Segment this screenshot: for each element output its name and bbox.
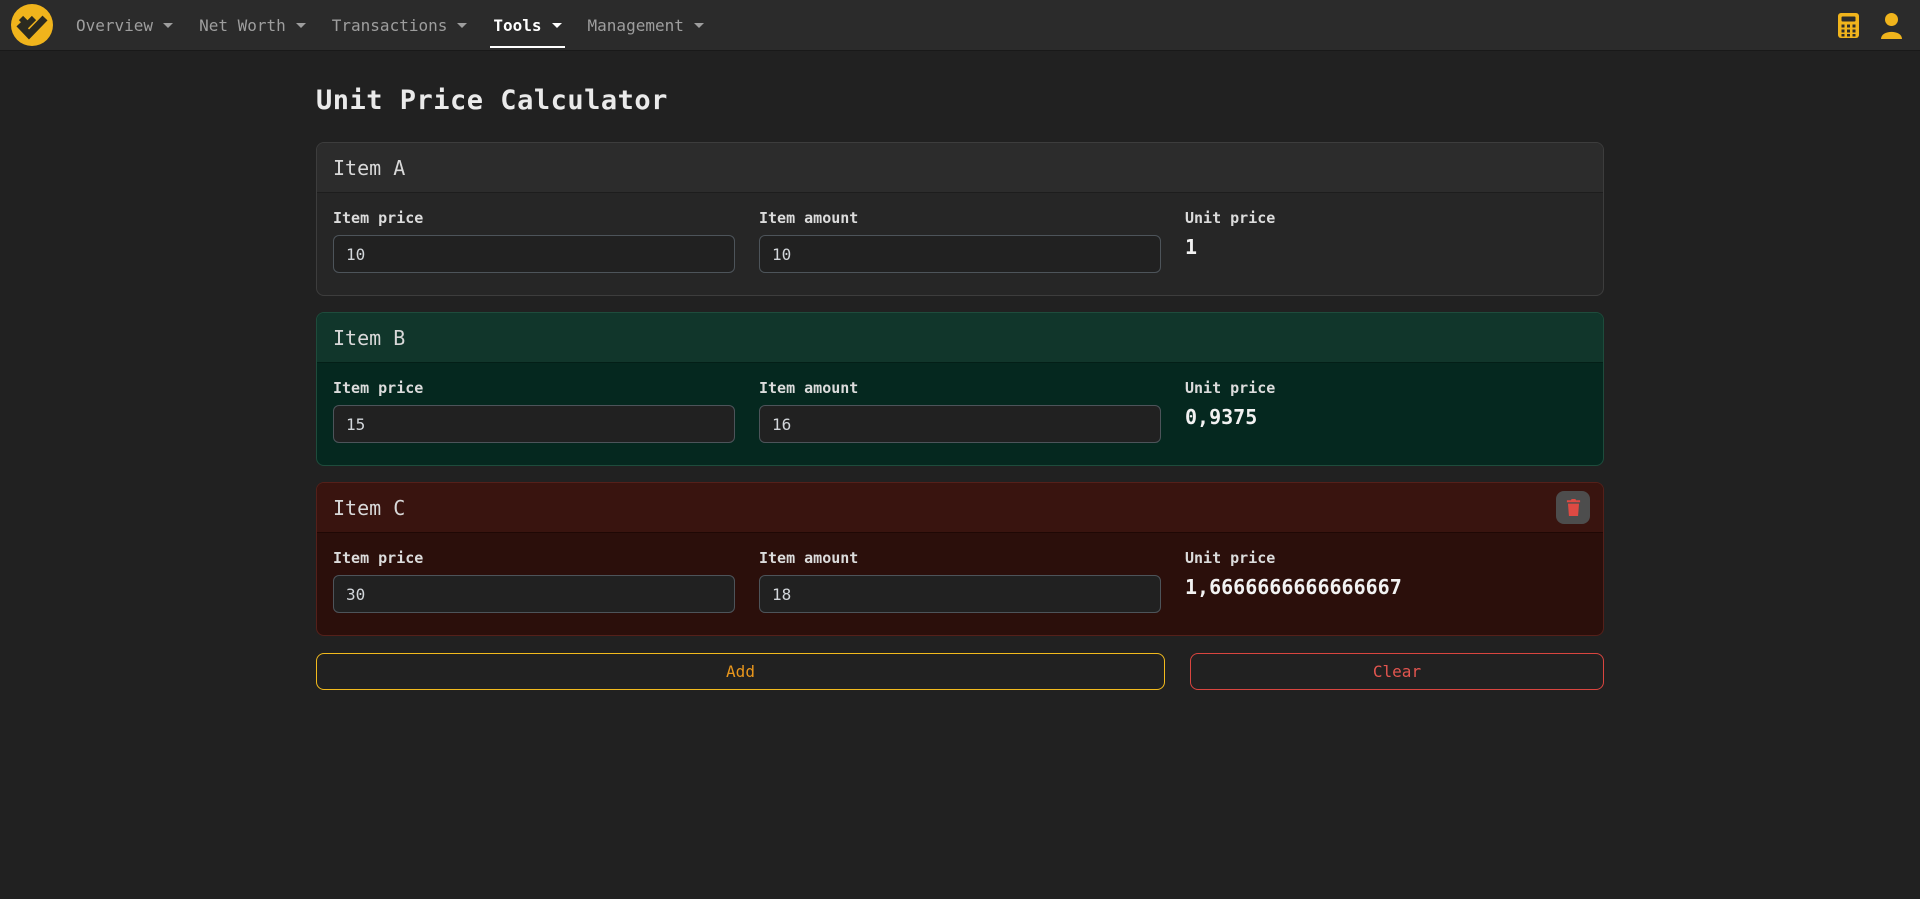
item-amount-input[interactable] (759, 405, 1161, 443)
item-amount-input[interactable] (759, 575, 1161, 613)
nav-item-label: Tools (493, 16, 541, 35)
item-price-field: Item price (333, 549, 735, 613)
delete-item-button[interactable] (1556, 491, 1590, 524)
chevron-down-icon (457, 23, 467, 28)
logo-icon (10, 3, 54, 47)
page-title: Unit Price Calculator (316, 85, 1604, 116)
item-card-b: Item B Item price Item amount Unit price… (316, 312, 1604, 466)
unit-price-field: Unit price 1 (1185, 209, 1587, 273)
nav-list: Overview Net Worth Transactions Tools Ma… (63, 0, 717, 50)
item-card-a-header: Item A (317, 143, 1603, 193)
chevron-down-icon (694, 23, 704, 28)
item-amount-label: Item amount (759, 379, 1161, 397)
item-price-input[interactable] (333, 405, 735, 443)
item-price-label: Item price (333, 209, 735, 227)
item-card-a-title: Item A (333, 156, 405, 180)
item-amount-label: Item amount (759, 549, 1161, 567)
item-card-b-header: Item B (317, 313, 1603, 363)
unit-price-label: Unit price (1185, 379, 1587, 397)
unit-price-field: Unit price 0,9375 (1185, 379, 1587, 443)
item-amount-label: Item amount (759, 209, 1161, 227)
nav-item-overview[interactable]: Overview (63, 0, 186, 50)
item-card-a-body: Item price Item amount Unit price 1 (317, 193, 1603, 295)
calculator-icon[interactable] (1837, 12, 1860, 39)
unit-price-field: Unit price 1,6666666666666667 (1185, 549, 1587, 613)
unit-price-value: 0,9375 (1185, 405, 1587, 429)
add-button[interactable]: Add (316, 653, 1165, 690)
clear-button[interactable]: Clear (1190, 653, 1604, 690)
unit-price-value: 1,6666666666666667 (1185, 575, 1587, 599)
item-price-input[interactable] (333, 235, 735, 273)
nav-item-management[interactable]: Management (575, 0, 717, 50)
unit-price-label: Unit price (1185, 549, 1587, 567)
item-amount-input[interactable] (759, 235, 1161, 273)
nav-item-transactions[interactable]: Transactions (319, 0, 481, 50)
chevron-down-icon (296, 23, 306, 28)
item-card-c-header: Item C (317, 483, 1603, 533)
item-card-b-body: Item price Item amount Unit price 0,9375 (317, 363, 1603, 465)
main-content: Unit Price Calculator Item A Item price … (316, 85, 1604, 690)
chevron-down-icon (552, 23, 562, 28)
nav-item-label: Management (588, 16, 684, 35)
item-card-c-body: Item price Item amount Unit price 1,6666… (317, 533, 1603, 635)
chevron-down-icon (163, 23, 173, 28)
trash-icon (1566, 499, 1581, 516)
item-price-input[interactable] (333, 575, 735, 613)
item-price-field: Item price (333, 379, 735, 443)
item-card-a: Item A Item price Item amount Unit price… (316, 142, 1604, 296)
nav-item-net-worth[interactable]: Net Worth (186, 0, 319, 50)
nav-item-label: Net Worth (199, 16, 286, 35)
nav-item-tools[interactable]: Tools (480, 0, 574, 50)
item-price-field: Item price (333, 209, 735, 273)
item-amount-field: Item amount (759, 209, 1161, 273)
item-price-label: Item price (333, 549, 735, 567)
nav-item-label: Overview (76, 16, 153, 35)
navbar: Overview Net Worth Transactions Tools Ma… (0, 0, 1920, 51)
unit-price-value: 1 (1185, 235, 1587, 259)
item-card-c: Item C Item price Item amount Unit price… (316, 482, 1604, 636)
brand-logo[interactable] (10, 3, 54, 47)
nav-item-label: Transactions (332, 16, 448, 35)
item-card-b-title: Item B (333, 326, 405, 350)
item-price-label: Item price (333, 379, 735, 397)
item-amount-field: Item amount (759, 549, 1161, 613)
unit-price-label: Unit price (1185, 209, 1587, 227)
item-card-c-title: Item C (333, 496, 405, 520)
item-amount-field: Item amount (759, 379, 1161, 443)
navbar-icons (1837, 12, 1908, 39)
actions-row: Add Clear (316, 653, 1604, 690)
user-icon[interactable] (1879, 12, 1904, 39)
